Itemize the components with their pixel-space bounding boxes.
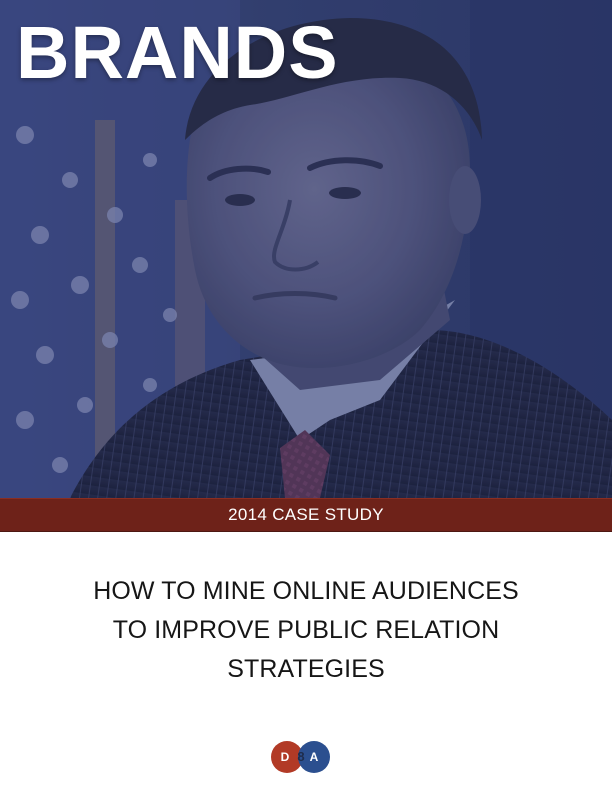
headline: HOW TO MINE ONLINE AUDIENCES TO IMPROVE … — [0, 572, 612, 689]
logo-letter: A — [309, 750, 319, 764]
cover-photo: BRANDS — [0, 0, 612, 498]
case-study-label: 2014 CASE STUDY — [228, 505, 384, 524]
headline-line: TO IMPROVE PUBLIC RELATION — [112, 616, 500, 644]
cover-title: BRANDS — [16, 11, 339, 94]
logo-letter: 8 — [297, 749, 305, 764]
case-study-band: 2014 CASE STUDY — [0, 498, 612, 532]
headline-line: STRATEGIES — [227, 655, 385, 683]
d8a-logo: D 8 A — [271, 741, 331, 773]
logo-letter: D — [280, 750, 290, 764]
headline-line: HOW TO MINE ONLINE AUDIENCES — [93, 577, 519, 605]
